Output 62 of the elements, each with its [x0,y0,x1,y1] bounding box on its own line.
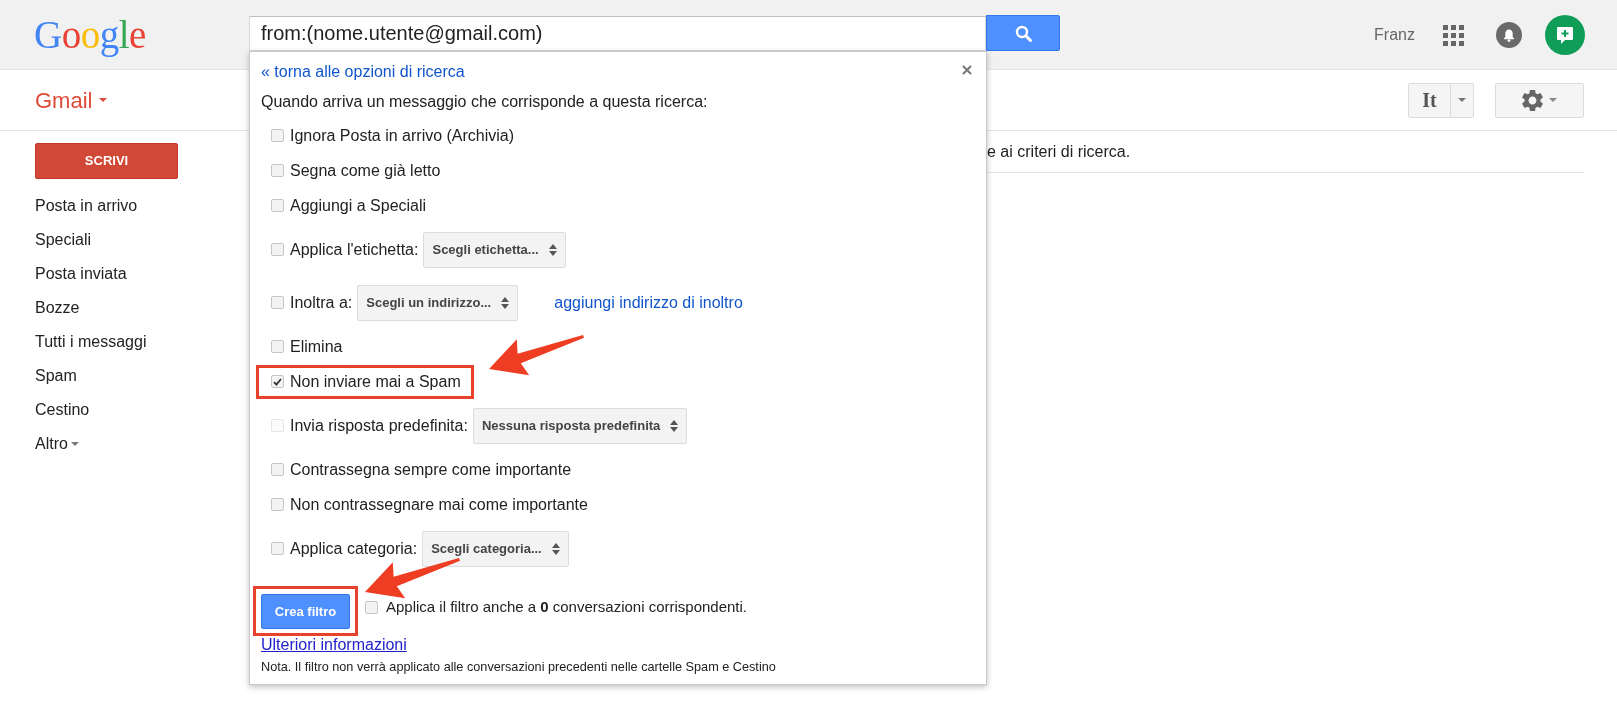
apply-label: Applica il filtro anche a 0 conversazioni corrispondenti. [386,597,748,617]
dropdown[interactable]: Scegli etichetta... [423,231,566,268]
checkbox[interactable] [271,340,284,353]
checkbox[interactable] [271,375,284,388]
more-info-link[interactable]: Ulteriori informazioni [261,636,407,654]
dropdown[interactable]: Scegli un indirizzo... [357,284,519,321]
inline-link[interactable]: aggiungi indirizzo di inoltro [554,292,743,313]
nav-item[interactable]: Cestino [35,393,90,427]
dropdown[interactable]: Scegli categoria... [422,530,569,567]
nav-item[interactable]: Posta in arrivo [35,189,138,223]
checkbox[interactable] [271,296,284,309]
option-label: Aggiungi a Speciali [290,195,427,216]
checkbox[interactable] [271,164,284,177]
checkbox[interactable] [271,542,284,555]
search-button[interactable] [986,15,1060,51]
gmail-menu-button[interactable]: Gmail [35,83,108,117]
nav-item[interactable]: Bozze [35,291,80,325]
user-name[interactable]: Franz [1374,23,1415,47]
option-label: Contrassegna sempre come importante [290,459,572,480]
nav-item[interactable]: Altro [35,427,79,461]
compose-button[interactable]: SCRIVI [35,143,178,179]
option-label: Inoltra a: [290,292,353,313]
checkmark-icon [273,377,282,386]
nav-item[interactable]: Posta inviata [35,257,127,291]
apps-grid-icon[interactable] [1443,24,1464,46]
checkbox[interactable] [365,600,378,614]
sort-arrows-icon [551,542,560,555]
settings-button[interactable] [1495,82,1584,118]
settings-icon [1522,89,1543,111]
nav-item[interactable]: Tutti i messaggi [35,325,147,359]
caret-icon [1549,98,1557,102]
sort-arrows-icon [501,296,510,309]
option-label: Applica categoria: [290,538,418,559]
search-icon [1014,24,1032,42]
search-field[interactable]: from:(nome.utente@gmail.com) [249,16,986,51]
nav-item[interactable]: Spam [35,359,77,393]
chat-bubble-icon[interactable] [1545,15,1585,55]
sort-arrows-icon [670,419,679,432]
caret-icon [99,98,108,102]
back-link[interactable]: « torna alle opzioni di ricerca [261,62,465,82]
note-text: Nota. Il filtro non verrà applicato alle conversazioni precedenti nelle cartelle Spam e Cestino [261,660,776,674]
checkbox[interactable] [271,243,284,256]
option-label: Non inviare mai a Spam [290,371,461,392]
caret-icon [1458,98,1466,102]
checkbox[interactable] [271,199,284,212]
caret-icon [70,442,79,446]
option-label: Applica l'etichetta: [290,239,419,260]
results-message: e ai criteri di ricerca. [987,141,1131,162]
option-label: Non contrassegnare mai come importante [290,494,588,515]
dialog-intro: Quando arriva un messaggio che corrisponde a questa ricerca: [261,92,708,112]
sort-arrows-icon [548,243,557,256]
checkbox[interactable] [271,463,284,476]
option-label: Invia risposta predefinita: [290,415,468,436]
checkbox[interactable] [271,129,284,142]
option-label: Segna come già letto [290,160,441,181]
option-label: Ignora Posta in arrivo (Archivia) [290,125,515,146]
option-label: Elimina [290,336,343,357]
nav-item[interactable]: Speciali [35,223,92,257]
close-icon[interactable] [962,65,972,75]
bell-icon[interactable] [1496,22,1522,48]
input-tools-button[interactable]: It [1408,82,1474,118]
checkbox[interactable] [271,498,284,511]
